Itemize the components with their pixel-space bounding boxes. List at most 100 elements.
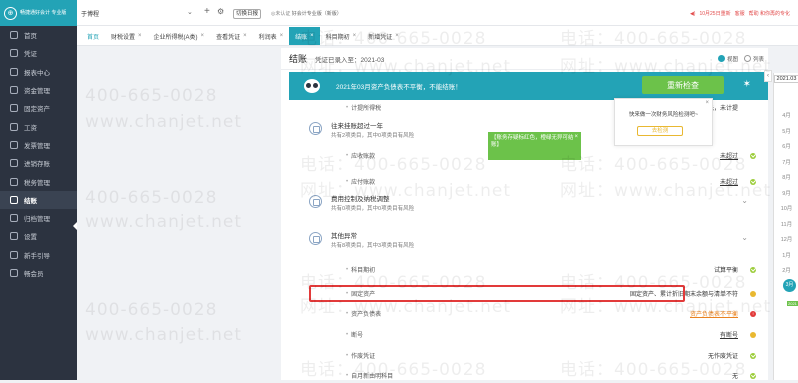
chevron-down-icon[interactable]: ⌄ xyxy=(741,196,748,205)
sidebar-item-tax[interactable]: 税务管理 xyxy=(0,172,77,190)
close-icon[interactable]: × xyxy=(395,33,399,39)
calendar-month[interactable]: 8月 xyxy=(774,173,798,181)
sidebar-item-label: 首页 xyxy=(24,33,37,41)
sidebar-item-invoice[interactable]: 发票管理 xyxy=(0,136,77,154)
calendar-month[interactable]: 10月 xyxy=(774,204,798,212)
view-radio[interactable]: 视图 xyxy=(718,55,738,63)
switch-button[interactable]: 切换日报 xyxy=(233,9,262,19)
calendar-month[interactable]: 4月 xyxy=(774,111,798,119)
sidebar-item-money[interactable]: 资金管理 xyxy=(0,81,77,99)
tab-4[interactable]: 利润表 × xyxy=(253,27,290,45)
check-item-result: 试算平衡 xyxy=(713,268,738,274)
add-icon[interactable]: + xyxy=(204,6,210,17)
recheck-button[interactable]: 重新检查 xyxy=(642,76,724,94)
tab-2[interactable]: 企业所得税(A类) × xyxy=(148,27,211,45)
notice-link[interactable]: 10月25日重新 xyxy=(699,10,730,17)
sidebar-item-settings[interactable]: 设置 xyxy=(0,227,77,245)
brand-logo[interactable]: ⊕ 畅捷通好会计 专业版 xyxy=(0,0,77,26)
tab-5[interactable]: 结账 × xyxy=(289,27,320,45)
invoice-icon xyxy=(10,140,18,149)
go-check-button[interactable]: 去检测 xyxy=(637,126,683,136)
calendar-month[interactable]: 11月 xyxy=(774,220,798,228)
company-name[interactable]: 于博程 xyxy=(81,9,99,18)
gear-icon[interactable]: ⚙ xyxy=(217,7,224,16)
sidebar-item-guide[interactable]: 新手引导 xyxy=(0,246,77,264)
calendar-month[interactable]: 12月 xyxy=(774,235,798,243)
check-item-label: 科目期初 xyxy=(351,268,376,274)
close-icon[interactable]: × xyxy=(353,33,357,39)
sidebar-item-asset[interactable]: 固定资产 xyxy=(0,99,77,117)
settings-icon xyxy=(10,232,18,241)
service-link[interactable]: 客服 xyxy=(735,10,745,17)
tab-label: 新增凭证 xyxy=(368,34,393,41)
top-right-links: ◀) 10月25日重新 客服 帮助 和你再的专化 xyxy=(690,10,790,18)
logo-icon: ⊕ xyxy=(4,6,17,20)
tab-0[interactable]: 首页 xyxy=(81,27,105,45)
check-item-result[interactable]: 未超过 xyxy=(578,177,738,186)
chevron-down-icon[interactable]: ⌄ xyxy=(741,233,748,242)
sidebar-item-home[interactable]: 首页 xyxy=(0,26,77,44)
tab-label: 结账 xyxy=(295,34,308,41)
sidebar-item-close-book[interactable]: 结账 xyxy=(0,190,77,209)
status-banner: 2021年03月资产负债表不平衡，不能结账！ 重新检查 ✶ xyxy=(289,72,768,100)
lightbulb-icon[interactable]: ✶ xyxy=(743,79,751,90)
sidebar-item-report[interactable]: 报表中心 xyxy=(0,63,77,81)
section-icon xyxy=(309,195,322,208)
collapse-arrow-icon[interactable] xyxy=(73,222,77,230)
bullet-icon: • xyxy=(346,331,349,338)
tab-1[interactable]: 财税设置 × xyxy=(105,27,148,45)
highlight-box xyxy=(309,285,685,302)
tab-7[interactable]: 新增凭证 × xyxy=(362,27,405,45)
check-ok-icon xyxy=(750,178,756,185)
check-item-status xyxy=(738,372,768,379)
tab-label: 查看凭证 xyxy=(216,34,241,41)
close-icon[interactable]: × xyxy=(574,134,578,141)
sidebar-item-vip[interactable]: 畅会员 xyxy=(0,264,77,282)
close-icon[interactable]: × xyxy=(243,33,247,39)
check-item-result[interactable]: 有断号 xyxy=(578,330,738,339)
watermark-text: www.chanjet.net xyxy=(85,212,243,232)
close-icon[interactable]: × xyxy=(138,33,142,39)
calendar-month[interactable]: 1月 xyxy=(774,251,798,259)
sidebar-item-inventory[interactable]: 进销存账 xyxy=(0,154,77,172)
calendar-month[interactable]: 2月 xyxy=(774,266,798,274)
check-item-row: • 作废凭证 无作废凭证 xyxy=(289,348,768,363)
sidebar-item-label: 发票管理 xyxy=(24,142,50,150)
guide-icon xyxy=(10,250,18,259)
close-icon[interactable]: × xyxy=(310,33,314,39)
page-header: 结账 凭证已录入至：2021-03 xyxy=(281,48,768,70)
check-section[interactable]: 其他异常 共有8项类目，其中3项类目有风险 ⌄ xyxy=(289,230,768,249)
check-item-result: 无作废凭证 xyxy=(707,354,738,360)
check-item-status xyxy=(738,152,768,159)
calendar-month[interactable]: 9月 xyxy=(774,189,798,197)
check-item-result[interactable]: 资产负债表不平衡 xyxy=(578,309,738,318)
salary-icon xyxy=(10,122,18,131)
sidebar-item-salary[interactable]: 工资 xyxy=(0,117,77,135)
tab-3[interactable]: 查看凭证 × xyxy=(210,27,253,45)
check-section[interactable]: 费用控制及纳税调整 共有0项类目，其中0项类目有风险 ⌄ xyxy=(289,193,768,212)
check-item-row: • 自月新由明科目 无 xyxy=(289,368,768,383)
check-item-result[interactable]: 未超过 xyxy=(578,151,738,160)
calendar-month[interactable]: 5月 xyxy=(774,127,798,135)
year-selector[interactable]: 2021.03 xyxy=(774,75,798,83)
home-icon xyxy=(10,31,18,40)
chevron-down-icon[interactable]: ⌄ xyxy=(187,8,193,16)
period-calendar: 2021.03 2021 4月 5月 6月 7月 8月 9月 10月 11月 12月 1月 2月 3月 xyxy=(773,73,798,380)
help-link[interactable]: 帮助 和你再的专化 xyxy=(749,10,790,17)
close-icon[interactable]: × xyxy=(280,33,284,39)
sidebar-item-voucher[interactable]: 凭证 xyxy=(0,44,77,62)
check-item-label: 自月新由明科目 xyxy=(351,374,394,380)
panel-toggle-icon[interactable]: ‹ xyxy=(764,70,772,82)
bullet-icon: • xyxy=(346,310,349,317)
voucher-period: 凭证已录入至：2021-03 xyxy=(315,56,385,64)
sidebar-item-archive[interactable]: 归档管理 xyxy=(0,209,77,227)
close-icon[interactable]: × xyxy=(201,33,205,39)
close-icon[interactable]: × xyxy=(705,100,709,106)
calendar-month[interactable]: 3月 xyxy=(783,278,796,292)
money-icon xyxy=(10,86,18,95)
calendar-month[interactable]: 6月 xyxy=(774,142,798,150)
watermark-text: 400-665-0028 xyxy=(85,300,218,320)
tab-6[interactable]: 科目期初 × xyxy=(320,27,363,45)
calendar-month[interactable]: 7月 xyxy=(774,158,798,166)
list-radio[interactable]: 列表 xyxy=(744,55,764,63)
